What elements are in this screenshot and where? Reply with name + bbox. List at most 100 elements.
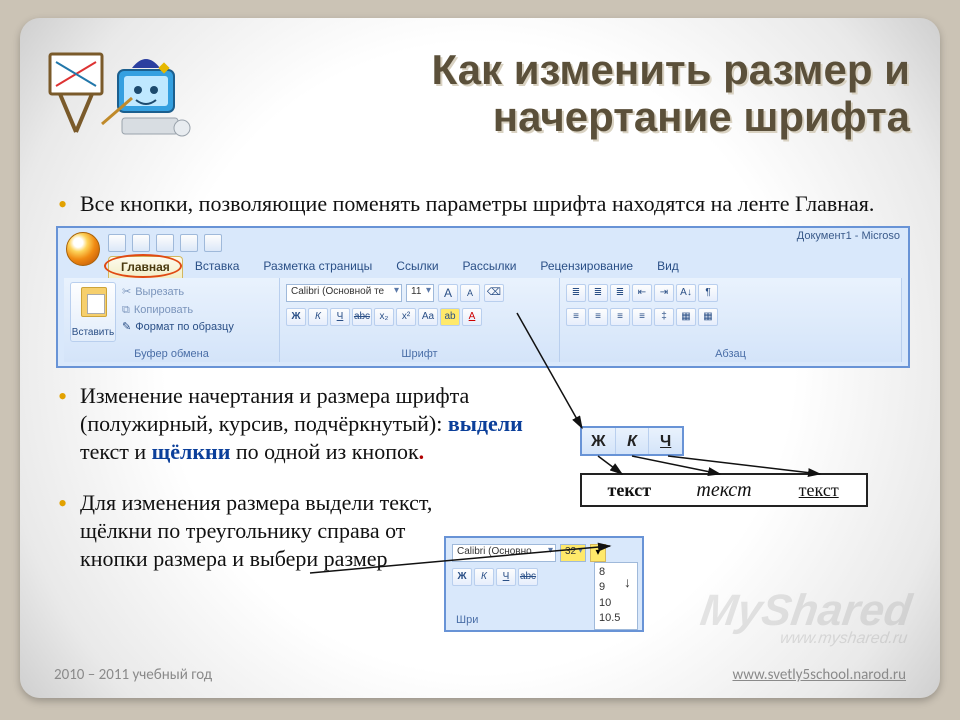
slide-title: Как изменить размер и начертание шрифта [210,46,910,140]
paste-label: Вставить [71,327,115,338]
watermark-big: MyShared [697,586,914,635]
para-row-1: ≣ ≣ ≣ ⇤ ⇥ A↓ ¶ [566,284,896,302]
line-spacing-icon: ‡ [654,308,674,326]
b2-end: по одной из кнопок [230,439,418,464]
tab-review: Рецензирование [528,256,645,278]
borders-icon: ▦ [698,308,718,326]
bullet-list: Все кнопки, позволяющие поменять парамет… [58,190,918,218]
qa-redo-icon [156,234,174,252]
paste-button: Вставить [70,282,116,342]
numbering-icon: ≣ [588,284,608,302]
font-size-steppers: A A [438,284,480,302]
footer-left: 2010 – 2011 учебный год [54,666,212,684]
quick-access-toolbar [108,234,222,252]
office-button-icon [66,232,100,266]
bullet-3: Для изменения размера выдели текст, щёлк… [58,489,438,573]
para-row-2: ≡ ≡ ≡ ≡ ‡ ▦ ▦ [566,308,718,326]
bullet-2: Изменение начертания и размера шрифта (п… [58,382,538,466]
bullet-1-text: Все кнопки, позволяющие поменять парамет… [80,191,874,216]
align-center-icon: ≡ [588,308,608,326]
mini-font-size: 32 [560,544,586,562]
mini-bold-btn: Ж [452,568,472,586]
strike-button: abc [352,308,372,326]
sample-underline: текст [771,475,866,505]
sample-italic: текст [677,475,772,505]
size-opt-3: 10.5 [599,611,633,626]
dropdown-arrow-icon: ↓ [624,573,631,593]
slide: Как изменить размер и начертание шрифта … [20,18,940,698]
qa-save-icon [108,234,126,252]
pilcrow-icon: ¶ [698,284,718,302]
ribbon-groups: Вставить Вырезать Копировать Формат по о… [64,278,902,362]
mini-bold: Ж [582,428,616,454]
group-caption-font: Шрифт [280,348,559,360]
group-paragraph: ≣ ≣ ≣ ⇤ ⇥ A↓ ¶ ≡ ≡ ≡ ≡ ‡ ▦ [560,278,902,362]
change-case-button: Aa [418,308,438,326]
mini-strike-btn: abc [518,568,538,586]
tab-insert: Вставка [183,256,252,278]
multilevel-icon: ≣ [610,284,630,302]
justify-icon: ≡ [632,308,652,326]
tab-layout: Разметка страницы [251,256,384,278]
shading-icon: ▦ [676,308,696,326]
tab-references: Ссылки [384,256,450,278]
superscript-button: x² [396,308,416,326]
mini-font-family: Calibri (Основно [452,544,556,562]
group-caption-clipboard: Буфер обмена [64,348,279,360]
tab-mailings: Рассылки [451,256,529,278]
header: Как изменить размер и начертание шрифта [20,18,940,173]
font-row-2: Ж К Ч abc x₂ x² Aa ab A [286,308,482,326]
qa-undo-icon [132,234,150,252]
font-family-combo: Calibri (Основной те [286,284,402,302]
clear-format-icon: ⌫ [484,284,504,302]
shrink-font-icon: A [460,284,480,302]
clipboard-icon [81,287,107,317]
underline-button: Ч [330,308,350,326]
footer-link[interactable]: www.svetly5school.narod.ru [732,666,906,684]
mini-size-row1: Calibri (Основно 32 ▾ [452,544,606,562]
indent-right-icon: ⇥ [654,284,674,302]
b3-text: Для изменения размера выдели текст, щёлк… [80,490,432,571]
mini-italic-btn: К [474,568,494,586]
footer: 2010 – 2011 учебный год www.svetly5schoo… [20,666,940,684]
mini-underline: Ч [649,428,682,454]
mini-size-dropdown-button: ▾ [590,544,606,562]
mascot-illustration [42,40,192,160]
sample-bold: текст [582,475,677,505]
group-clipboard: Вставить Вырезать Копировать Формат по о… [64,278,280,362]
tab-view: Вид [645,256,691,278]
mini-size-caption: Шри [456,614,478,626]
b2-bold2: щёлкни [152,439,231,464]
font-size-dropdown-sample: Calibri (Основно 32 ▾ Ж К Ч abc Шри 8 9 … [444,536,644,632]
copy-command: Копировать [122,302,234,320]
b2-bold1: выдели [448,411,523,436]
content: Все кнопки, позволяющие поменять парамет… [58,190,918,581]
bullet-1: Все кнопки, позволяющие поменять парамет… [58,190,918,218]
group-font: Calibri (Основной те 11 A A ⌫ Ж К Ч abc [280,278,560,362]
font-row-1: Calibri (Основной те 11 A A ⌫ [286,284,504,302]
word-ribbon-screenshot: Документ1 - Microso Главная Вставка Разм… [56,226,910,368]
align-left-icon: ≡ [566,308,586,326]
ribbon-tabs: Главная Вставка Разметка страницы Ссылки… [108,256,691,278]
group-caption-paragraph: Абзац [560,348,901,360]
mini-underline-btn: Ч [496,568,516,586]
b2-dot: . [419,439,425,464]
tab-home: Главная [108,256,183,278]
grow-font-icon: A [438,284,458,302]
align-right-icon: ≡ [610,308,630,326]
bold-italic-underline-sample: Ж К Ч [580,426,684,456]
subscript-button: x₂ [374,308,394,326]
mini-size-row2: Ж К Ч abc [452,568,538,586]
highlight-button: ab [440,308,460,326]
window-title: Документ1 - Microso [797,230,900,242]
indent-left-icon: ⇤ [632,284,652,302]
size-dropdown-list: 8 9 10 10.5 ↓ [594,562,638,630]
b2-mid: текст и [80,439,152,464]
italic-button: К [308,308,328,326]
bullets-icon: ≣ [566,284,586,302]
text-samples: текст текст текст [580,473,868,507]
font-color-button: A [462,308,482,326]
size-opt-2: 10 [599,596,633,611]
mini-italic: К [616,428,650,454]
qa-print-icon [180,234,198,252]
